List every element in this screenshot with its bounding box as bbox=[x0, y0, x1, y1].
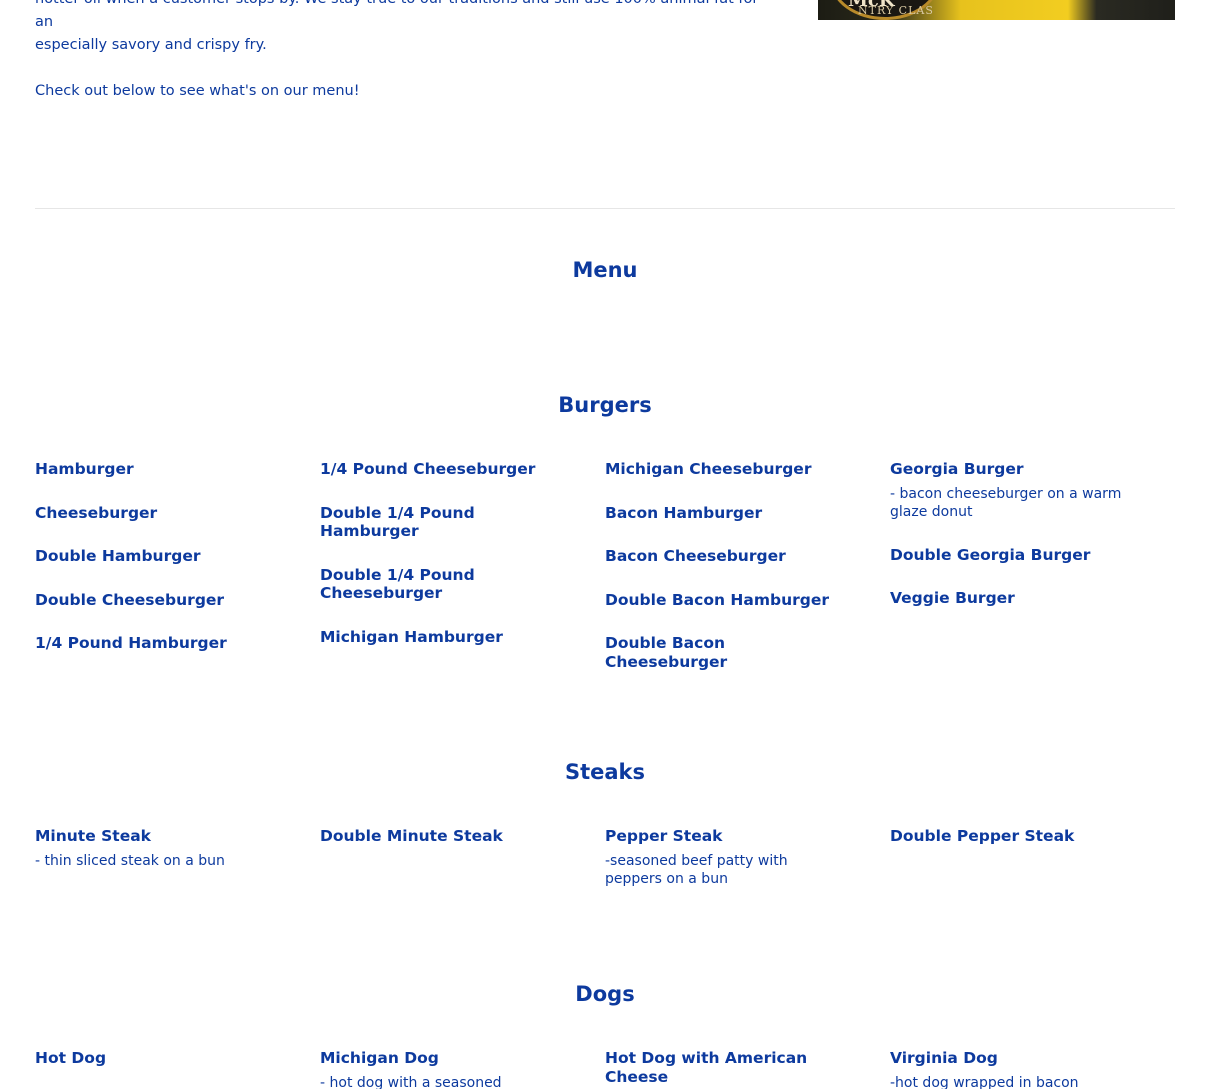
menu-item: Michigan Dog - hot dog with a seasoned bbox=[320, 1049, 560, 1089]
steaks-column: Minute Steak - thin sliced steak on a bun bbox=[35, 827, 320, 913]
menu-item: Bacon Hamburger bbox=[605, 504, 845, 523]
menu-item: Michigan Cheeseburger bbox=[605, 460, 845, 479]
menu-item-name: Double Hamburger bbox=[35, 547, 201, 565]
menu-item: Hamburger bbox=[35, 460, 275, 479]
menu-item-name: Double Pepper Steak bbox=[890, 827, 1075, 845]
burgers-column: Michigan Cheeseburger Bacon Hamburger Baco… bbox=[605, 460, 890, 696]
steaks-column: Double Minute Steak bbox=[320, 827, 605, 913]
section-divider bbox=[35, 208, 1175, 209]
menu-item: Minute Steak - thin sliced steak on a bun bbox=[35, 827, 275, 870]
menu-item-name: Hot Dog bbox=[35, 1049, 107, 1067]
menu-item-name: Georgia Burger bbox=[890, 460, 1024, 478]
menu-item-name: Bacon Cheeseburger bbox=[605, 547, 786, 565]
menu-item-name: 1/4 Pound Cheeseburger bbox=[320, 460, 536, 478]
menu-item: Double 1/4 Pound Hamburger bbox=[320, 504, 560, 541]
menu-item-description: - hot dog with a seasoned bbox=[320, 1074, 502, 1089]
steaks-column: Double Pepper Steak bbox=[890, 827, 1175, 913]
logo-subtext: NTRY CLAS bbox=[858, 4, 934, 17]
dogs-column: Virginia Dog -hot dog wrapped in bacon bbox=[890, 1049, 1175, 1089]
menu-item-name: Hot Dog with American Cheese bbox=[605, 1049, 808, 1086]
menu-item-name: Cheeseburger bbox=[35, 503, 158, 522]
menu-item-name: Veggie Burger bbox=[890, 589, 1015, 607]
menu-item: Virginia Dog -hot dog wrapped in bacon bbox=[890, 1049, 1130, 1089]
menu-item-description: - thin sliced steak on a bun bbox=[35, 852, 225, 869]
menu-item: 1/4 Pound Hamburger bbox=[35, 634, 275, 653]
menu-item: Georgia Burger - bacon cheeseburger on a … bbox=[890, 460, 1130, 521]
intro-line-3: Check out below to see what's on our men… bbox=[35, 83, 360, 99]
menu-item-name: Hamburger bbox=[35, 460, 134, 478]
burgers-title: Burgers bbox=[558, 393, 652, 417]
menu-item: Double Bacon Cheeseburger bbox=[605, 634, 845, 671]
dogs-grid: Hot Dog Michigan Dog - hot dog with a seas… bbox=[35, 1049, 1175, 1089]
menu-item: Double 1/4 Pound Cheeseburger bbox=[320, 566, 560, 603]
menu-item-name: Bacon Hamburger bbox=[605, 503, 763, 522]
menu-item-name: Michigan Dog bbox=[320, 1049, 439, 1067]
menu-item: Double Minute Steak bbox=[320, 827, 560, 846]
dogs-column: Hot Dog with American Cheese bbox=[605, 1049, 890, 1089]
menu-item-name: Double Cheeseburger bbox=[35, 590, 225, 609]
menu-item-name: Minute Steak bbox=[35, 827, 151, 845]
menu-item: Pepper Steak -seasoned beef patty with pe… bbox=[605, 827, 845, 888]
steaks-grid: Minute Steak - thin sliced steak on a bun… bbox=[35, 827, 1175, 913]
menu-item: Double Hamburger bbox=[35, 547, 275, 566]
menu-item-name: Double Georgia Burger bbox=[890, 545, 1091, 564]
burgers-grid: Hamburger Cheeseburger Double Hamburger Dou… bbox=[35, 460, 1175, 696]
menu-item-name: Double 1/4 Pound Cheeseburger bbox=[320, 565, 475, 603]
menu-title: Menu bbox=[572, 258, 638, 282]
intro-line-2: especially savory and crispy fry. bbox=[35, 37, 267, 53]
menu-item-name: Michigan Hamburger bbox=[320, 627, 503, 646]
menu-item: Cheeseburger bbox=[35, 504, 275, 523]
menu-item: Double Georgia Burger bbox=[890, 546, 1130, 565]
menu-item: Hot Dog with American Cheese bbox=[605, 1049, 845, 1086]
menu-item-description: - bacon cheeseburger on a warm glaze don… bbox=[890, 485, 1122, 520]
menu-item: Bacon Cheeseburger bbox=[605, 547, 845, 566]
menu-item: Veggie Burger bbox=[890, 589, 1130, 608]
menu-item-description: -hot dog wrapped in bacon bbox=[890, 1074, 1079, 1089]
intro-line-1: hotter oil when a customer stops by. We … bbox=[35, 0, 758, 30]
menu-item: 1/4 Pound Cheeseburger bbox=[320, 460, 560, 479]
dogs-title: Dogs bbox=[575, 982, 635, 1006]
menu-item: Michigan Hamburger bbox=[320, 628, 560, 647]
steaks-column: Pepper Steak -seasoned beef patty with pe… bbox=[605, 827, 890, 913]
restaurant-photo: McK NTRY CLAS bbox=[818, 0, 1175, 20]
menu-item: Double Bacon Hamburger bbox=[605, 591, 845, 610]
intro-gap bbox=[35, 57, 775, 80]
burgers-column: Hamburger Cheeseburger Double Hamburger Dou… bbox=[35, 460, 320, 696]
menu-item-name: Double Minute Steak bbox=[320, 827, 503, 845]
menu-item-name: Michigan Cheeseburger bbox=[605, 460, 812, 478]
menu-item-name: Virginia Dog bbox=[890, 1049, 998, 1067]
menu-item-description: -seasoned beef patty with peppers on a b… bbox=[605, 852, 788, 887]
intro-text: hotter oil when a customer stops by. We … bbox=[35, 0, 775, 103]
dogs-column: Hot Dog bbox=[35, 1049, 320, 1089]
dogs-column: Michigan Dog - hot dog with a seasoned bbox=[320, 1049, 605, 1089]
menu-item: Double Pepper Steak bbox=[890, 827, 1130, 846]
burgers-column: 1/4 Pound Cheeseburger Double 1/4 Pound H… bbox=[320, 460, 605, 696]
menu-item-name: Double Bacon Hamburger bbox=[605, 590, 830, 609]
steaks-title: Steaks bbox=[564, 760, 646, 784]
burgers-column: Georgia Burger - bacon cheeseburger on a … bbox=[890, 460, 1175, 696]
menu-item: Hot Dog bbox=[35, 1049, 275, 1068]
menu-item-name: Double 1/4 Pound Hamburger bbox=[320, 503, 475, 541]
menu-item: Double Cheeseburger bbox=[35, 591, 275, 610]
menu-item-name: 1/4 Pound Hamburger bbox=[35, 634, 227, 652]
menu-item-name: Double Bacon Cheeseburger bbox=[605, 634, 728, 671]
menu-item-name: Pepper Steak bbox=[605, 827, 723, 845]
